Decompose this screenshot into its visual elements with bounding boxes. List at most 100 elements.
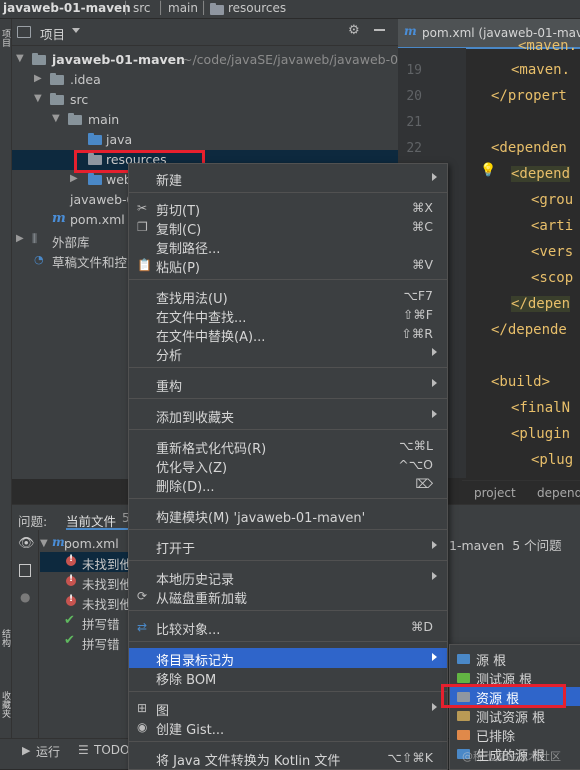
- menu-item-mark-directory-as[interactable]: 将目录标记为: [129, 648, 447, 669]
- menu-item-replace-in-files[interactable]: 在文件中替换(A)... ⇧⌘R: [129, 324, 447, 345]
- submenu-item-excluded[interactable]: 已排除: [450, 725, 580, 745]
- menu-item-label: 分析: [156, 349, 183, 364]
- tree-item-external-libs[interactable]: ▶ ⫼ 外部库: [12, 230, 128, 250]
- menu-item-compare-with[interactable]: ⇄ 比较对象... ⌘D: [129, 617, 447, 638]
- menu-item-optimize-imports[interactable]: 优化导入(Z) ^⌥O: [129, 455, 447, 476]
- menu-item-create-gist[interactable]: ◉ 创建 Gist...: [129, 717, 447, 738]
- folder-icon: [210, 3, 224, 15]
- menu-item-add-to-favorites[interactable]: 添加到收藏夹: [129, 405, 447, 426]
- menu-item-build-module[interactable]: 构建模块(M) 'javaweb-01-maven': [129, 505, 447, 526]
- menu-item-paste[interactable]: 📋 粘贴(P) ⌘V: [129, 255, 447, 276]
- favorites-tool-tab[interactable]: 收藏夹: [0, 691, 12, 718]
- menu-item-remove-bom[interactable]: 移除 BOM: [129, 667, 447, 688]
- folder-icon: [50, 93, 64, 105]
- menu-separator: [129, 498, 447, 499]
- problem-label: 未找到他: [82, 597, 133, 612]
- breadcrumb-project[interactable]: javaweb-01-maven: [3, 1, 131, 15]
- tree-item-java[interactable]: java: [12, 130, 398, 150]
- code-line: </depen: [511, 296, 571, 312]
- project-tool-tab[interactable]: 项目: [0, 29, 12, 47]
- project-problems-summary[interactable]: 1-maven 5 个问题: [449, 535, 562, 554]
- problems-file-label: pom.xml: [64, 536, 119, 551]
- error-icon: [66, 594, 76, 606]
- tree-item-label: java: [106, 132, 133, 147]
- minimize-icon[interactable]: [374, 29, 385, 31]
- menu-separator: [129, 610, 447, 611]
- menu-item-new[interactable]: 新建: [129, 168, 447, 189]
- menu-item-label: 比较对象...: [156, 623, 221, 638]
- menu-item-cut[interactable]: ✂ 剪切(T) ⌘X: [129, 198, 447, 219]
- problem-row[interactable]: 未找到他: [40, 552, 132, 572]
- scratches-icon: ◔: [34, 253, 44, 266]
- tree-item-src[interactable]: ▼ src: [12, 90, 398, 110]
- menu-item-copy[interactable]: ❐ 复制(C) ⌘C: [129, 217, 447, 238]
- todo-tab[interactable]: TODO: [94, 743, 129, 757]
- submenu-item-test-resources-root[interactable]: 测试资源 根: [450, 706, 580, 726]
- line-number: 20: [406, 89, 422, 104]
- problem-row[interactable]: 未找到他: [40, 592, 132, 612]
- problem-row[interactable]: ✔ 拼写错: [40, 632, 128, 652]
- menu-item-convert-to-kotlin[interactable]: 将 Java 文件转换为 Kotlin 文件 ⌥⇧⌘K: [129, 748, 447, 769]
- chevron-down-icon[interactable]: ▼: [52, 113, 60, 124]
- code-line: <plugin: [511, 426, 571, 442]
- breadcrumb-resources[interactable]: resources: [228, 1, 286, 15]
- gear-icon[interactable]: ⚙: [348, 23, 360, 38]
- menu-item-diagrams[interactable]: ⊞ 图: [129, 698, 447, 719]
- code-line: <plug: [531, 452, 574, 468]
- chevron-right-icon[interactable]: ▶: [34, 73, 42, 84]
- folder-icon: [457, 730, 470, 740]
- bulb-icon[interactable]: ●: [20, 590, 30, 604]
- breadcrumb-src[interactable]: src: [133, 1, 151, 15]
- menu-item-refactor[interactable]: 重构: [129, 374, 447, 395]
- tree-item-web[interactable]: ▶ web: [12, 170, 132, 190]
- chevron-down-icon[interactable]: ▼: [40, 538, 48, 549]
- preview-icon[interactable]: [19, 564, 31, 577]
- code-line: <maven.: [511, 62, 571, 78]
- chevron-down-icon[interactable]: ▼: [34, 93, 42, 104]
- menu-item-reload-from-disk[interactable]: ⟳ 从磁盘重新加载: [129, 586, 447, 607]
- project-panel-title[interactable]: 项目: [40, 24, 65, 43]
- menu-separator: [129, 560, 447, 561]
- reload-icon: ⟳: [137, 589, 148, 603]
- code-line: </depende: [491, 322, 567, 338]
- menu-item-copy-path[interactable]: 复制路径...: [129, 236, 447, 257]
- chevron-right-icon[interactable]: ▶: [70, 173, 78, 184]
- chevron-down-icon[interactable]: [72, 28, 80, 33]
- menu-item-find-in-files[interactable]: 在文件中查找... ⇧⌘F: [129, 305, 447, 326]
- menu-item-analyze[interactable]: 分析: [129, 343, 447, 364]
- lightbulb-icon[interactable]: 💡: [480, 163, 496, 178]
- code-line: <finalN: [511, 400, 571, 416]
- menu-item-open-in[interactable]: 打开于: [129, 536, 447, 557]
- menu-item-shortcut: ⌦: [415, 476, 433, 491]
- tree-item-target[interactable]: javaweb-0: [12, 190, 135, 210]
- menu-item-local-history[interactable]: 本地历史记录: [129, 567, 447, 588]
- menu-item-delete[interactable]: 删除(D)... ⌦: [129, 474, 447, 495]
- run-tab[interactable]: 运行: [36, 743, 60, 760]
- menu-item-label: 构建模块(M) 'javaweb-01-maven': [156, 511, 366, 526]
- menu-separator: [129, 641, 447, 642]
- tree-item-project-root[interactable]: ▼ javaweb-01-maven ~/code/javaSE/javaweb…: [12, 50, 406, 70]
- chevron-down-icon[interactable]: ▼: [16, 53, 24, 64]
- chevron-right-icon[interactable]: ▶: [16, 233, 24, 244]
- editor-breadcrumb-item[interactable]: project: [474, 486, 516, 500]
- structure-tool-tab[interactable]: 结构: [0, 629, 12, 647]
- tree-item-idea[interactable]: ▶ .idea: [12, 70, 398, 90]
- todo-icon: ☰: [78, 743, 89, 757]
- eye-icon[interactable]: 👁: [18, 536, 35, 551]
- problem-row[interactable]: ✔ 拼写错: [40, 612, 128, 632]
- editor-breadcrumb-item[interactable]: depend: [537, 486, 580, 500]
- problem-row[interactable]: 未找到他: [40, 572, 132, 592]
- submenu-arrow-icon: [432, 379, 437, 387]
- submenu-item-sources-root[interactable]: 源 根: [450, 649, 580, 669]
- menu-item-shortcut: ⇧⌘R: [401, 326, 433, 341]
- tree-item-main[interactable]: ▼ main: [12, 110, 398, 130]
- menu-item-find-usages[interactable]: 查找用法(U) ⌥F7: [129, 286, 447, 307]
- submenu-arrow-icon: [432, 410, 437, 418]
- tree-item-pom[interactable]: m pom.xml: [12, 210, 128, 230]
- breadcrumb-separator: │: [157, 1, 165, 15]
- menu-item-label: 移除 BOM: [156, 673, 217, 688]
- copy-icon: ❐: [137, 220, 148, 234]
- tree-item-scratches[interactable]: ◔ 草稿文件和控: [12, 250, 128, 270]
- menu-item-reformat[interactable]: 重新格式化代码(R) ⌥⌘L: [129, 436, 447, 457]
- breadcrumb-main[interactable]: main: [168, 1, 198, 15]
